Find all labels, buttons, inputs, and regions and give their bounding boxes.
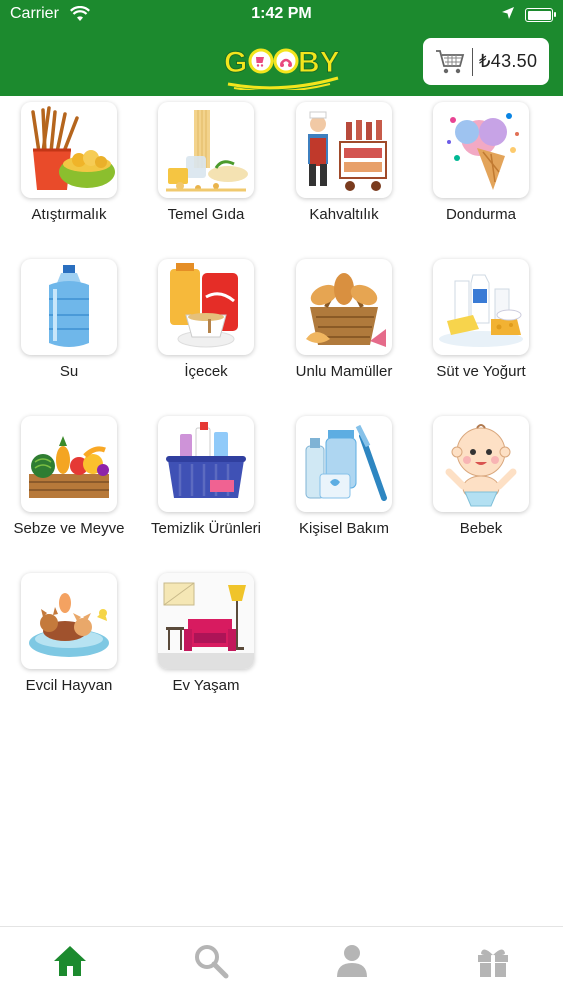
baby-icon	[433, 416, 529, 512]
profile-icon	[335, 943, 369, 984]
category-label: İçecek	[184, 363, 228, 380]
cart-button[interactable]: ₺43.50	[423, 38, 549, 85]
category-label: Kahvaltılık	[309, 206, 379, 223]
category-label: Su	[59, 363, 79, 380]
cart-divider	[472, 47, 473, 76]
category-label: Temizlik Ürünleri	[150, 520, 262, 537]
tab-bar	[0, 926, 563, 1000]
snacks-icon	[21, 102, 117, 198]
category-item[interactable]: Dondurma	[412, 96, 550, 236]
tab-profile[interactable]	[282, 927, 423, 1000]
category-label: Atıştırmalık	[31, 206, 107, 223]
ice-cream-icon	[433, 102, 529, 198]
gift-icon	[475, 943, 511, 984]
category-item[interactable]: İçecek	[137, 253, 275, 393]
personal-care-icon	[296, 416, 392, 512]
category-item[interactable]: Bebek	[412, 410, 550, 550]
water-bottle-icon	[21, 259, 117, 355]
search-icon	[193, 943, 229, 984]
category-item[interactable]: Temizlik Ürünleri	[137, 410, 275, 550]
gooby-logo: G BY	[220, 34, 344, 93]
bakery-icon	[296, 259, 392, 355]
category-item[interactable]: Su	[0, 253, 138, 393]
svg-text:G: G	[224, 46, 247, 79]
tab-search[interactable]	[141, 927, 282, 1000]
cleaning-icon	[158, 416, 254, 512]
category-item[interactable]: Evcil Hayvan	[0, 567, 138, 707]
tab-home[interactable]	[0, 927, 141, 1000]
category-label: Süt ve Yoğurt	[436, 363, 526, 380]
pet-icon	[21, 573, 117, 669]
battery-icon	[525, 8, 556, 22]
basic-food-icon	[158, 102, 254, 198]
status-bar: Carrier 1:42 PM	[0, 0, 563, 30]
breakfast-icon	[296, 102, 392, 198]
produce-icon	[21, 416, 117, 512]
category-item[interactable]: Kahvaltılık	[275, 96, 413, 236]
clock: 1:42 PM	[251, 5, 312, 22]
dairy-icon	[433, 259, 529, 355]
category-label: Evcil Hayvan	[25, 677, 113, 694]
category-item[interactable]: Süt ve Yoğurt	[412, 253, 550, 393]
app-header: G BY ₺43.50	[0, 30, 563, 96]
category-item[interactable]: Temel Gıda	[137, 96, 275, 236]
category-label: Temel Gıda	[167, 206, 245, 223]
category-label: Unlu Mamüller	[295, 363, 393, 380]
category-label: Sebze ve Meyve	[13, 520, 125, 537]
category-item[interactable]: Sebze ve Meyve	[0, 410, 138, 550]
category-item[interactable]: Atıştırmalık	[0, 96, 138, 236]
tab-gifts[interactable]	[422, 927, 563, 1000]
shopping-cart-icon	[430, 42, 470, 82]
category-item[interactable]: Unlu Mamüller	[275, 253, 413, 393]
location-arrow-icon	[501, 6, 515, 25]
home-living-icon	[158, 573, 254, 669]
beverage-icon	[158, 259, 254, 355]
svg-text:BY: BY	[298, 46, 340, 79]
category-item[interactable]: Kişisel Bakım	[275, 410, 413, 550]
cart-total: ₺43.50	[479, 51, 538, 71]
category-label: Bebek	[459, 520, 503, 537]
category-label: Dondurma	[445, 206, 517, 223]
home-icon	[52, 944, 88, 983]
category-label: Ev Yaşam	[172, 677, 240, 694]
category-label: Kişisel Bakım	[298, 520, 390, 537]
category-item[interactable]: Ev Yaşam	[137, 567, 275, 707]
